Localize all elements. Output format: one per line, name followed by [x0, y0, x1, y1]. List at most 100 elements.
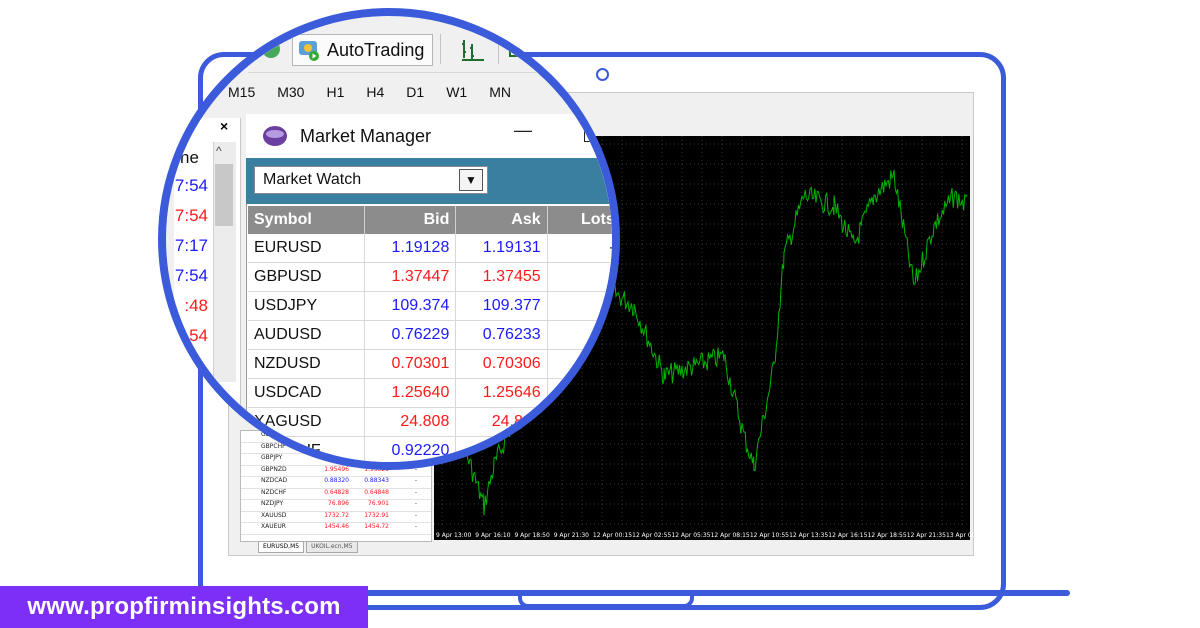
timeframe-w1[interactable]: W1 [446, 84, 467, 100]
timeframe-m30[interactable]: M30 [277, 84, 304, 100]
ask-cell: 24.816 [455, 407, 548, 437]
x-tick-label: 13 Apr 00:15 [946, 532, 986, 539]
small-bid-cell: 1454.46 [324, 523, 349, 530]
list-item[interactable]: NZDJPY 76.896 76.901 - [241, 500, 431, 512]
small-ask-cell: 0.64848 [364, 488, 389, 496]
small-symbol-cell: XAUEUR [261, 523, 286, 530]
small-lots-cell: - [414, 477, 417, 484]
close-icon[interactable]: × [220, 118, 228, 134]
table-row[interactable]: USDJPY109.374109.377- [248, 291, 612, 321]
x-tick-label: 12 Apr 18:55 [867, 532, 907, 539]
ask-cell: 0.76233 [455, 320, 548, 350]
small-ask-cell: 76.901 [368, 500, 389, 507]
small-bid-cell: 0.64828 [324, 488, 349, 496]
timeframe-mn[interactable]: MN [489, 84, 511, 100]
autotrading-label: AutoTrading [327, 39, 425, 60]
lots-cell: - [547, 349, 612, 379]
list-item[interactable]: XAUUSD 1732.72 1732.91 - [241, 511, 431, 523]
symbol-cell: NZDUSD [248, 349, 366, 379]
table-row[interactable]: GBPUSD 1.37447 1.37455- [248, 262, 612, 292]
column-lots[interactable]: Lots [547, 206, 612, 234]
watermark-banner: www.propfirminsights.com [0, 586, 368, 628]
market-watch-dropdown[interactable]: Market Watch ▼ [254, 166, 488, 194]
timeframe-h1[interactable]: H1 [326, 84, 344, 100]
small-lots-cell: - [414, 500, 417, 507]
ask-cell: 1.25646 [455, 378, 548, 408]
bid-cell: 0.70301 [364, 349, 457, 379]
table-header-row: Symbol Bid Ask Lots [248, 206, 612, 234]
lots-cell: - [547, 320, 612, 350]
list-item[interactable]: XAUEUR 1454.46 1454.72 - [241, 523, 431, 535]
table-row[interactable]: NZDUSD0.703010.70306- [248, 349, 612, 379]
x-tick-label: 9 Apr 13:00 [436, 532, 472, 539]
timeframe-m15[interactable]: M15 [228, 84, 255, 100]
ask-cell: 0.70306 [455, 349, 548, 379]
small-lots-cell: - [414, 523, 417, 530]
list-item[interactable]: NZDCAD 0.88320 0.88343 - [241, 477, 431, 489]
ask-cell: 1.19131 [455, 234, 548, 263]
bid-cell: 109.374 [364, 291, 457, 321]
table-row[interactable]: USDCAD1.256401.25646- [248, 378, 612, 408]
chart-tab-eurusd[interactable]: EURUSD,M5 [258, 541, 305, 553]
bid-cell: 1.37447 [364, 262, 457, 292]
column-ask[interactable]: Ask [455, 206, 548, 234]
time-cell: :48 [184, 296, 208, 315]
x-tick-label: 9 Apr 21:30 [553, 532, 589, 539]
small-ask-cell: 1732.91 [364, 511, 389, 519]
lots-cell: - [547, 291, 612, 321]
minimize-icon[interactable]: — [514, 120, 532, 141]
scroll-up-icon[interactable]: ^ [216, 144, 222, 158]
dropdown-value: Market Watch [263, 171, 362, 188]
bid-cell: 1.19128 [364, 234, 457, 263]
small-bid-cell: 1.95496 [324, 465, 349, 473]
small-ask-cell: 1454.72 [364, 523, 389, 530]
toolbar-divider [440, 34, 441, 64]
list-item[interactable]: NZDCHF 0.64828 0.64848 - [241, 488, 431, 500]
symbol-cell: AUDUSD [248, 320, 366, 350]
market-manager-logo-icon [263, 126, 287, 146]
timeframe-d1[interactable]: D1 [406, 84, 424, 100]
x-tick-label: 12 Apr 13:35 [789, 532, 829, 539]
chart-tabs: EURUSD,M5 UKOIL.ecn,M5 [258, 541, 360, 553]
symbol-cell: GBPUSD [248, 262, 366, 292]
table-row[interactable]: XAGUSD 24.808 24.816 [248, 407, 612, 437]
chart-tab-ukoil[interactable]: UKOIL.ecn,M5 [306, 541, 358, 553]
timeframe-bar: M15 M30 H1 H4 D1 W1 MN [228, 78, 612, 106]
toolbar-refresh-icon[interactable] [262, 40, 280, 58]
x-tick-label: 12 Apr 02:55 [632, 532, 672, 539]
maximize-icon[interactable] [584, 126, 600, 142]
laptop-foot [518, 596, 694, 608]
lots-cell [547, 436, 612, 462]
symbol-cell: USDCHF [248, 436, 366, 462]
symbol-cell: USDJPY [248, 291, 366, 321]
small-symbol-cell: NZDJPY [261, 500, 284, 507]
autotrading-button[interactable]: AutoTrading [292, 34, 434, 66]
magnifier-lens: AutoTrading M15 M30 H1 H4 D1 W1 MN × ne … [158, 8, 620, 470]
chevron-down-icon[interactable]: ▼ [459, 169, 483, 191]
x-tick-label: 9 Apr 18:50 [514, 532, 550, 539]
scrollbar-thumb[interactable] [215, 164, 233, 226]
table-row[interactable]: AUDUSD0.762290.76233- [248, 320, 612, 350]
small-lots-cell: - [414, 511, 417, 519]
ask-cell: 1.37455 [455, 262, 548, 292]
column-bid[interactable]: Bid [364, 206, 457, 234]
small-symbol-cell: GBPNZD [261, 465, 287, 473]
table-row[interactable]: EURUSD 1.19128 1.19131- [248, 234, 612, 263]
ask-cell: 0.92 [455, 436, 548, 462]
column-symbol[interactable]: Symbol [248, 206, 366, 234]
market-manager-titlebar: Market Manager — [246, 114, 612, 158]
candlestick-icon[interactable] [506, 38, 526, 62]
small-ask-cell: 0.88343 [364, 477, 389, 484]
table-row[interactable]: USDCHF 0.92220 0.92 [248, 436, 612, 462]
bar-chart-icon[interactable] [460, 38, 486, 62]
autotrading-icon [299, 41, 319, 61]
small-bid-cell: 1732.72 [324, 511, 349, 519]
x-tick-label: 12 Apr 21:35 [906, 532, 946, 539]
small-symbol-cell: XAUUSD [261, 511, 287, 519]
time-cell: 7:54 [174, 266, 208, 285]
small-bid-cell: 0.88320 [324, 477, 349, 484]
watermark-text: www.propfirminsights.com [27, 593, 341, 620]
small-symbol-cell: NZDCAD [261, 477, 288, 484]
market-manager-table: Symbol Bid Ask Lots EURUSD 1.19128 1.19131… [248, 206, 612, 462]
timeframe-h4[interactable]: H4 [366, 84, 384, 100]
